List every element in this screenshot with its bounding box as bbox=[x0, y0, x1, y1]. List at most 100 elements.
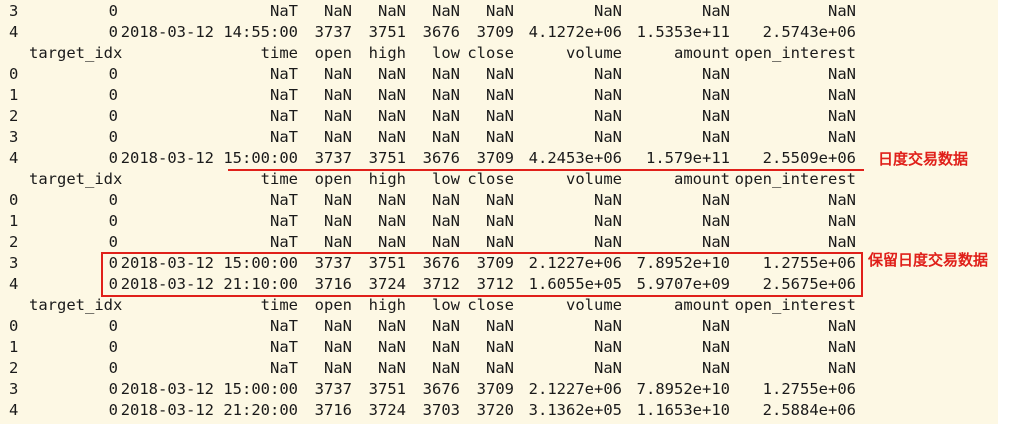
cell-target-idx: 0 bbox=[108, 233, 118, 251]
column-header-amount: amount bbox=[674, 44, 730, 62]
cell-volume: NaN bbox=[594, 86, 622, 104]
column-header-high: high bbox=[368, 296, 406, 314]
column-header-open: open bbox=[314, 296, 352, 314]
table-row: 4 0 2018-03-12 21:20:00 3716 3724 3703 3720 3.1… bbox=[0, 400, 998, 421]
row-index: 2 bbox=[9, 233, 19, 251]
row-index: 4 bbox=[9, 23, 19, 41]
row-index: 1 bbox=[9, 212, 19, 230]
cell-open: NaN bbox=[324, 359, 352, 377]
cell-volume: NaN bbox=[594, 233, 622, 251]
cell-time: 2018-03-12 15:00:00 bbox=[120, 380, 298, 398]
cell-volume: NaN bbox=[594, 191, 622, 209]
row-index: 3 bbox=[9, 254, 19, 272]
cell-volume: NaN bbox=[594, 212, 622, 230]
row-index: 4 bbox=[9, 275, 19, 293]
table-row: 2 0 NaT NaN NaN NaN NaN NaN NaN NaN bbox=[0, 106, 998, 127]
column-header-time: time bbox=[260, 170, 298, 188]
table-row: 4 0 2018-03-12 15:00:00 3737 3751 3676 3709 4.2… bbox=[0, 148, 998, 169]
row-index: 0 bbox=[9, 317, 19, 335]
cell-open-interest: NaN bbox=[828, 212, 856, 230]
cell-close: NaN bbox=[486, 338, 514, 356]
cell-target-idx: 0 bbox=[108, 359, 118, 377]
cell-amount: NaN bbox=[702, 317, 730, 335]
cell-amount: NaN bbox=[702, 359, 730, 377]
cell-open: NaN bbox=[324, 317, 352, 335]
cell-open: NaN bbox=[324, 233, 352, 251]
cell-volume: NaN bbox=[594, 128, 622, 146]
cell-volume: NaN bbox=[594, 338, 622, 356]
cell-open-interest: NaN bbox=[828, 2, 856, 20]
cell-target-idx: 0 bbox=[108, 212, 118, 230]
cell-time: NaT bbox=[270, 191, 298, 209]
cell-target-idx: 0 bbox=[108, 380, 118, 398]
cell-close: 3720 bbox=[476, 401, 514, 419]
cell-amount: 1.1653e+10 bbox=[636, 401, 730, 419]
table-row: 0 0 NaT NaN NaN NaN NaN NaN NaN NaN bbox=[0, 190, 998, 211]
column-header-close: close bbox=[467, 170, 514, 188]
column-header-low: low bbox=[432, 296, 460, 314]
cell-open-interest: NaN bbox=[828, 65, 856, 83]
table-row: 3 0 2018-03-12 15:00:00 3737 3751 3676 3709 2.1… bbox=[0, 379, 998, 400]
cell-open-interest: NaN bbox=[828, 107, 856, 125]
cell-open-interest: NaN bbox=[828, 338, 856, 356]
column-header-row: target_idx time open high low close volume amou… bbox=[0, 295, 998, 316]
column-header-open-interest: open_interest bbox=[734, 296, 856, 314]
keep-daily-data-note: 保留日度交易数据 bbox=[868, 251, 989, 269]
cell-target-idx: 0 bbox=[108, 401, 118, 419]
cell-open-interest: 1.2755e+06 bbox=[762, 380, 856, 398]
row-index: 2 bbox=[9, 359, 19, 377]
cell-target-idx: 0 bbox=[108, 149, 118, 167]
row-index: 1 bbox=[9, 338, 19, 356]
column-header-volume: volume bbox=[566, 296, 622, 314]
cell-close: NaN bbox=[486, 317, 514, 335]
column-header-row: target_idx time open high low close volume amou… bbox=[0, 43, 998, 64]
cell-volume: 2.1227e+06 bbox=[528, 380, 622, 398]
row-index: 0 bbox=[9, 191, 19, 209]
cell-low: NaN bbox=[432, 2, 460, 20]
cell-close: NaN bbox=[486, 233, 514, 251]
column-header-close: close bbox=[467, 296, 514, 314]
cell-open-interest: NaN bbox=[828, 86, 856, 104]
cell-high: 3751 bbox=[368, 149, 406, 167]
cell-high: 3724 bbox=[368, 401, 406, 419]
cell-high: NaN bbox=[378, 128, 406, 146]
cell-open-interest: NaN bbox=[828, 317, 856, 335]
cell-open-interest: NaN bbox=[828, 359, 856, 377]
cell-target-idx: 0 bbox=[108, 23, 118, 41]
row-index: 3 bbox=[9, 2, 19, 20]
cell-time: NaT bbox=[270, 128, 298, 146]
cell-close: NaN bbox=[486, 191, 514, 209]
cell-low: 3676 bbox=[422, 380, 460, 398]
cell-amount: NaN bbox=[702, 212, 730, 230]
cell-close: NaN bbox=[486, 212, 514, 230]
column-header-low: low bbox=[432, 170, 460, 188]
cell-amount: 7.8952e+10 bbox=[636, 380, 730, 398]
cell-high: NaN bbox=[378, 191, 406, 209]
column-header-volume: volume bbox=[566, 44, 622, 62]
cell-open: NaN bbox=[324, 128, 352, 146]
cell-target-idx: 0 bbox=[108, 128, 118, 146]
cell-volume: NaN bbox=[594, 359, 622, 377]
cell-time: 2018-03-12 14:55:00 bbox=[120, 23, 298, 41]
table-row: 1 0 NaT NaN NaN NaN NaN NaN NaN NaN bbox=[0, 211, 998, 232]
cell-open: NaN bbox=[324, 65, 352, 83]
cell-amount: 1.579e+11 bbox=[646, 149, 730, 167]
console-output: 3 0 NaT NaN NaN NaN NaN NaN NaN NaN 4 0 2018-03-12 1… bbox=[0, 0, 998, 424]
cell-high: NaN bbox=[378, 212, 406, 230]
cell-low: NaN bbox=[432, 86, 460, 104]
column-header-amount: amount bbox=[674, 296, 730, 314]
cell-target-idx: 0 bbox=[108, 107, 118, 125]
cell-high: 3751 bbox=[368, 23, 406, 41]
cell-high: NaN bbox=[378, 317, 406, 335]
cell-amount: NaN bbox=[702, 86, 730, 104]
column-header-open: open bbox=[314, 44, 352, 62]
cell-high: NaN bbox=[378, 86, 406, 104]
cell-open: NaN bbox=[324, 2, 352, 20]
cell-high: NaN bbox=[378, 65, 406, 83]
column-header-volume: volume bbox=[566, 170, 622, 188]
cell-target-idx: 0 bbox=[108, 191, 118, 209]
daily-data-underline bbox=[228, 169, 864, 171]
cell-amount: 1.5353e+11 bbox=[636, 23, 730, 41]
cell-low: NaN bbox=[432, 359, 460, 377]
cell-close: NaN bbox=[486, 107, 514, 125]
